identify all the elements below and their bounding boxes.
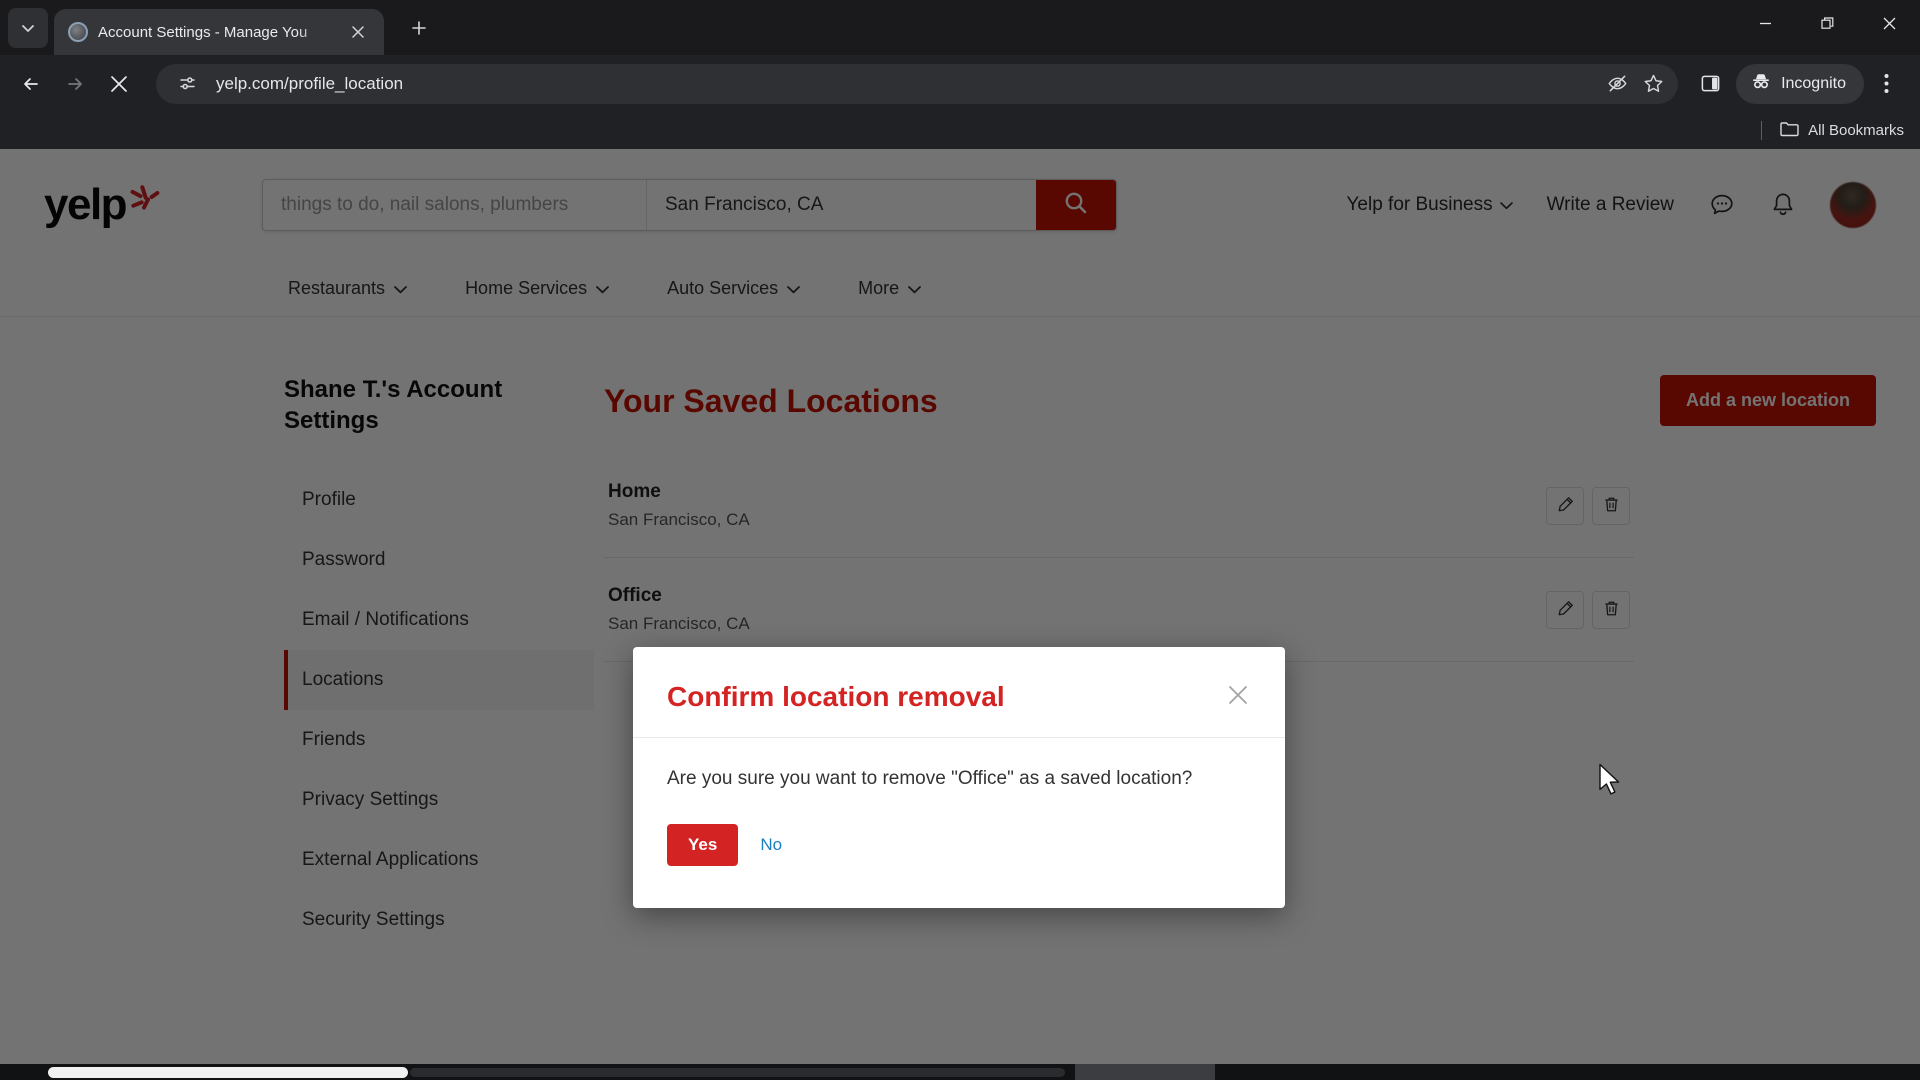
star-icon[interactable] (1636, 67, 1670, 101)
address-bar[interactable]: yelp.com/profile_location (156, 63, 1679, 104)
confirm-location-removal-dialog: Confirm location removal Are you sure yo… (633, 647, 1285, 908)
bookmarks-bar: All Bookmarks (0, 112, 1920, 149)
modal-body: Are you sure you want to remove "Office"… (633, 738, 1285, 908)
scrollbar-thumb[interactable] (48, 1067, 408, 1078)
eye-off-icon[interactable] (1600, 67, 1634, 101)
modal-actions: Yes No (667, 824, 1251, 866)
incognito-label: Incognito (1781, 74, 1846, 92)
browser-toolbar: yelp.com/profile_location Incognito (0, 55, 1920, 112)
page-viewport: yelp things to do, nail salons, plumbers… (0, 149, 1920, 1080)
close-icon[interactable] (344, 18, 372, 46)
incognito-icon (1750, 70, 1772, 97)
modal-header: Confirm location removal (633, 647, 1285, 738)
stop-loading-button[interactable] (98, 63, 140, 105)
mouse-cursor (1598, 763, 1624, 802)
confirm-no-button[interactable]: No (760, 835, 782, 855)
folder-icon (1780, 121, 1799, 141)
side-panel-icon[interactable] (1690, 64, 1730, 104)
restore-icon[interactable] (1796, 0, 1858, 46)
new-tab-button[interactable] (402, 11, 436, 45)
three-dot-menu-icon[interactable] (1866, 64, 1906, 104)
back-button[interactable] (10, 63, 52, 105)
tune-icon[interactable] (170, 67, 204, 101)
all-bookmarks-button[interactable]: All Bookmarks (1780, 121, 1904, 141)
modal-overlay[interactable] (0, 149, 1920, 1080)
browser-tab[interactable]: Account Settings - Manage You (54, 9, 384, 55)
url-text: yelp.com/profile_location (216, 73, 404, 93)
modal-message: Are you sure you want to remove "Office"… (667, 768, 1193, 789)
confirm-yes-button[interactable]: Yes (667, 824, 739, 866)
all-bookmarks-label: All Bookmarks (1808, 122, 1904, 139)
yelp-favicon (68, 22, 88, 42)
tab-title: Account Settings - Manage You (98, 23, 308, 41)
bookmarks-divider (1761, 121, 1763, 140)
modal-title: Confirm location removal (667, 681, 1005, 712)
browser-chrome: Account Settings - Manage You yelp.com/p… (0, 0, 1920, 149)
close-icon[interactable] (1225, 681, 1251, 713)
tab-strip: Account Settings - Manage You (0, 0, 1920, 55)
scrollbar-track[interactable] (410, 1068, 1065, 1077)
forward-button[interactable] (54, 63, 96, 105)
scrollbar-track-segment[interactable] (1075, 1064, 1215, 1080)
horizontal-scrollbar[interactable] (0, 1064, 1920, 1080)
tab-search-button[interactable] (8, 8, 48, 48)
incognito-indicator[interactable]: Incognito (1736, 63, 1864, 104)
minimize-icon[interactable] (1734, 0, 1796, 46)
window-close-icon[interactable] (1858, 0, 1920, 46)
window-controls (1734, 0, 1920, 46)
